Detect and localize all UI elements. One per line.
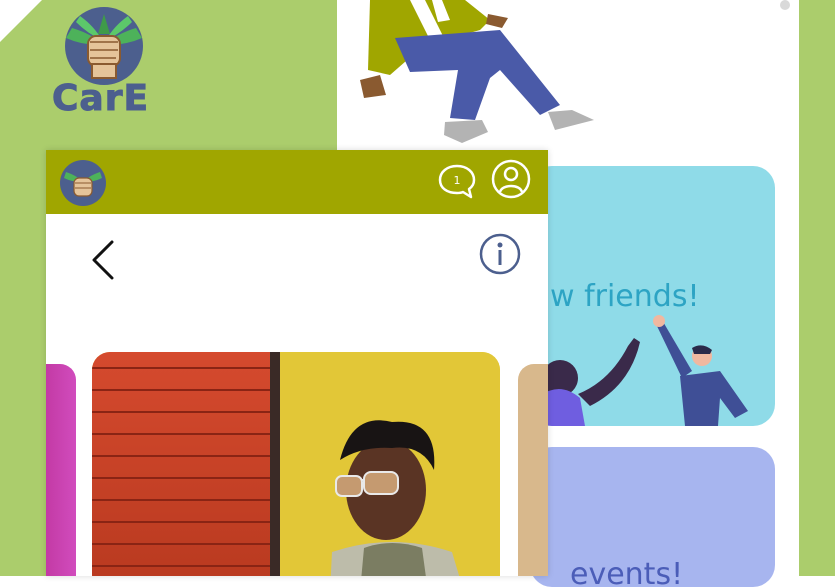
events-card[interactable]: events! [530, 447, 775, 587]
user-profile-button[interactable] [490, 158, 532, 200]
back-icon [92, 240, 114, 280]
info-icon [479, 233, 521, 275]
scrollbar-thumb[interactable] [780, 0, 790, 10]
app-header: 1 [46, 150, 548, 214]
info-button[interactable] [478, 232, 522, 276]
previous-profile-card[interactable] [46, 364, 76, 576]
next-profile-card[interactable] [518, 364, 548, 576]
header-logo-icon[interactable] [58, 158, 108, 208]
friends-illustration [540, 315, 748, 426]
corner-cut [0, 0, 42, 42]
phone-screen: 1 [46, 150, 548, 576]
message-button[interactable]: 1 [436, 160, 478, 202]
events-card-text: events! [570, 557, 684, 587]
back-button[interactable] [88, 238, 118, 282]
profile-photo-card[interactable] [92, 352, 500, 576]
app-logo-text: CarE [51, 78, 150, 120]
message-count: 1 [454, 174, 461, 187]
person-illustration [350, 0, 610, 150]
message-icon: 1 [438, 164, 476, 199]
user-icon [491, 159, 531, 199]
profile-photo [92, 352, 500, 576]
friends-card[interactable]: w friends! [530, 166, 775, 426]
